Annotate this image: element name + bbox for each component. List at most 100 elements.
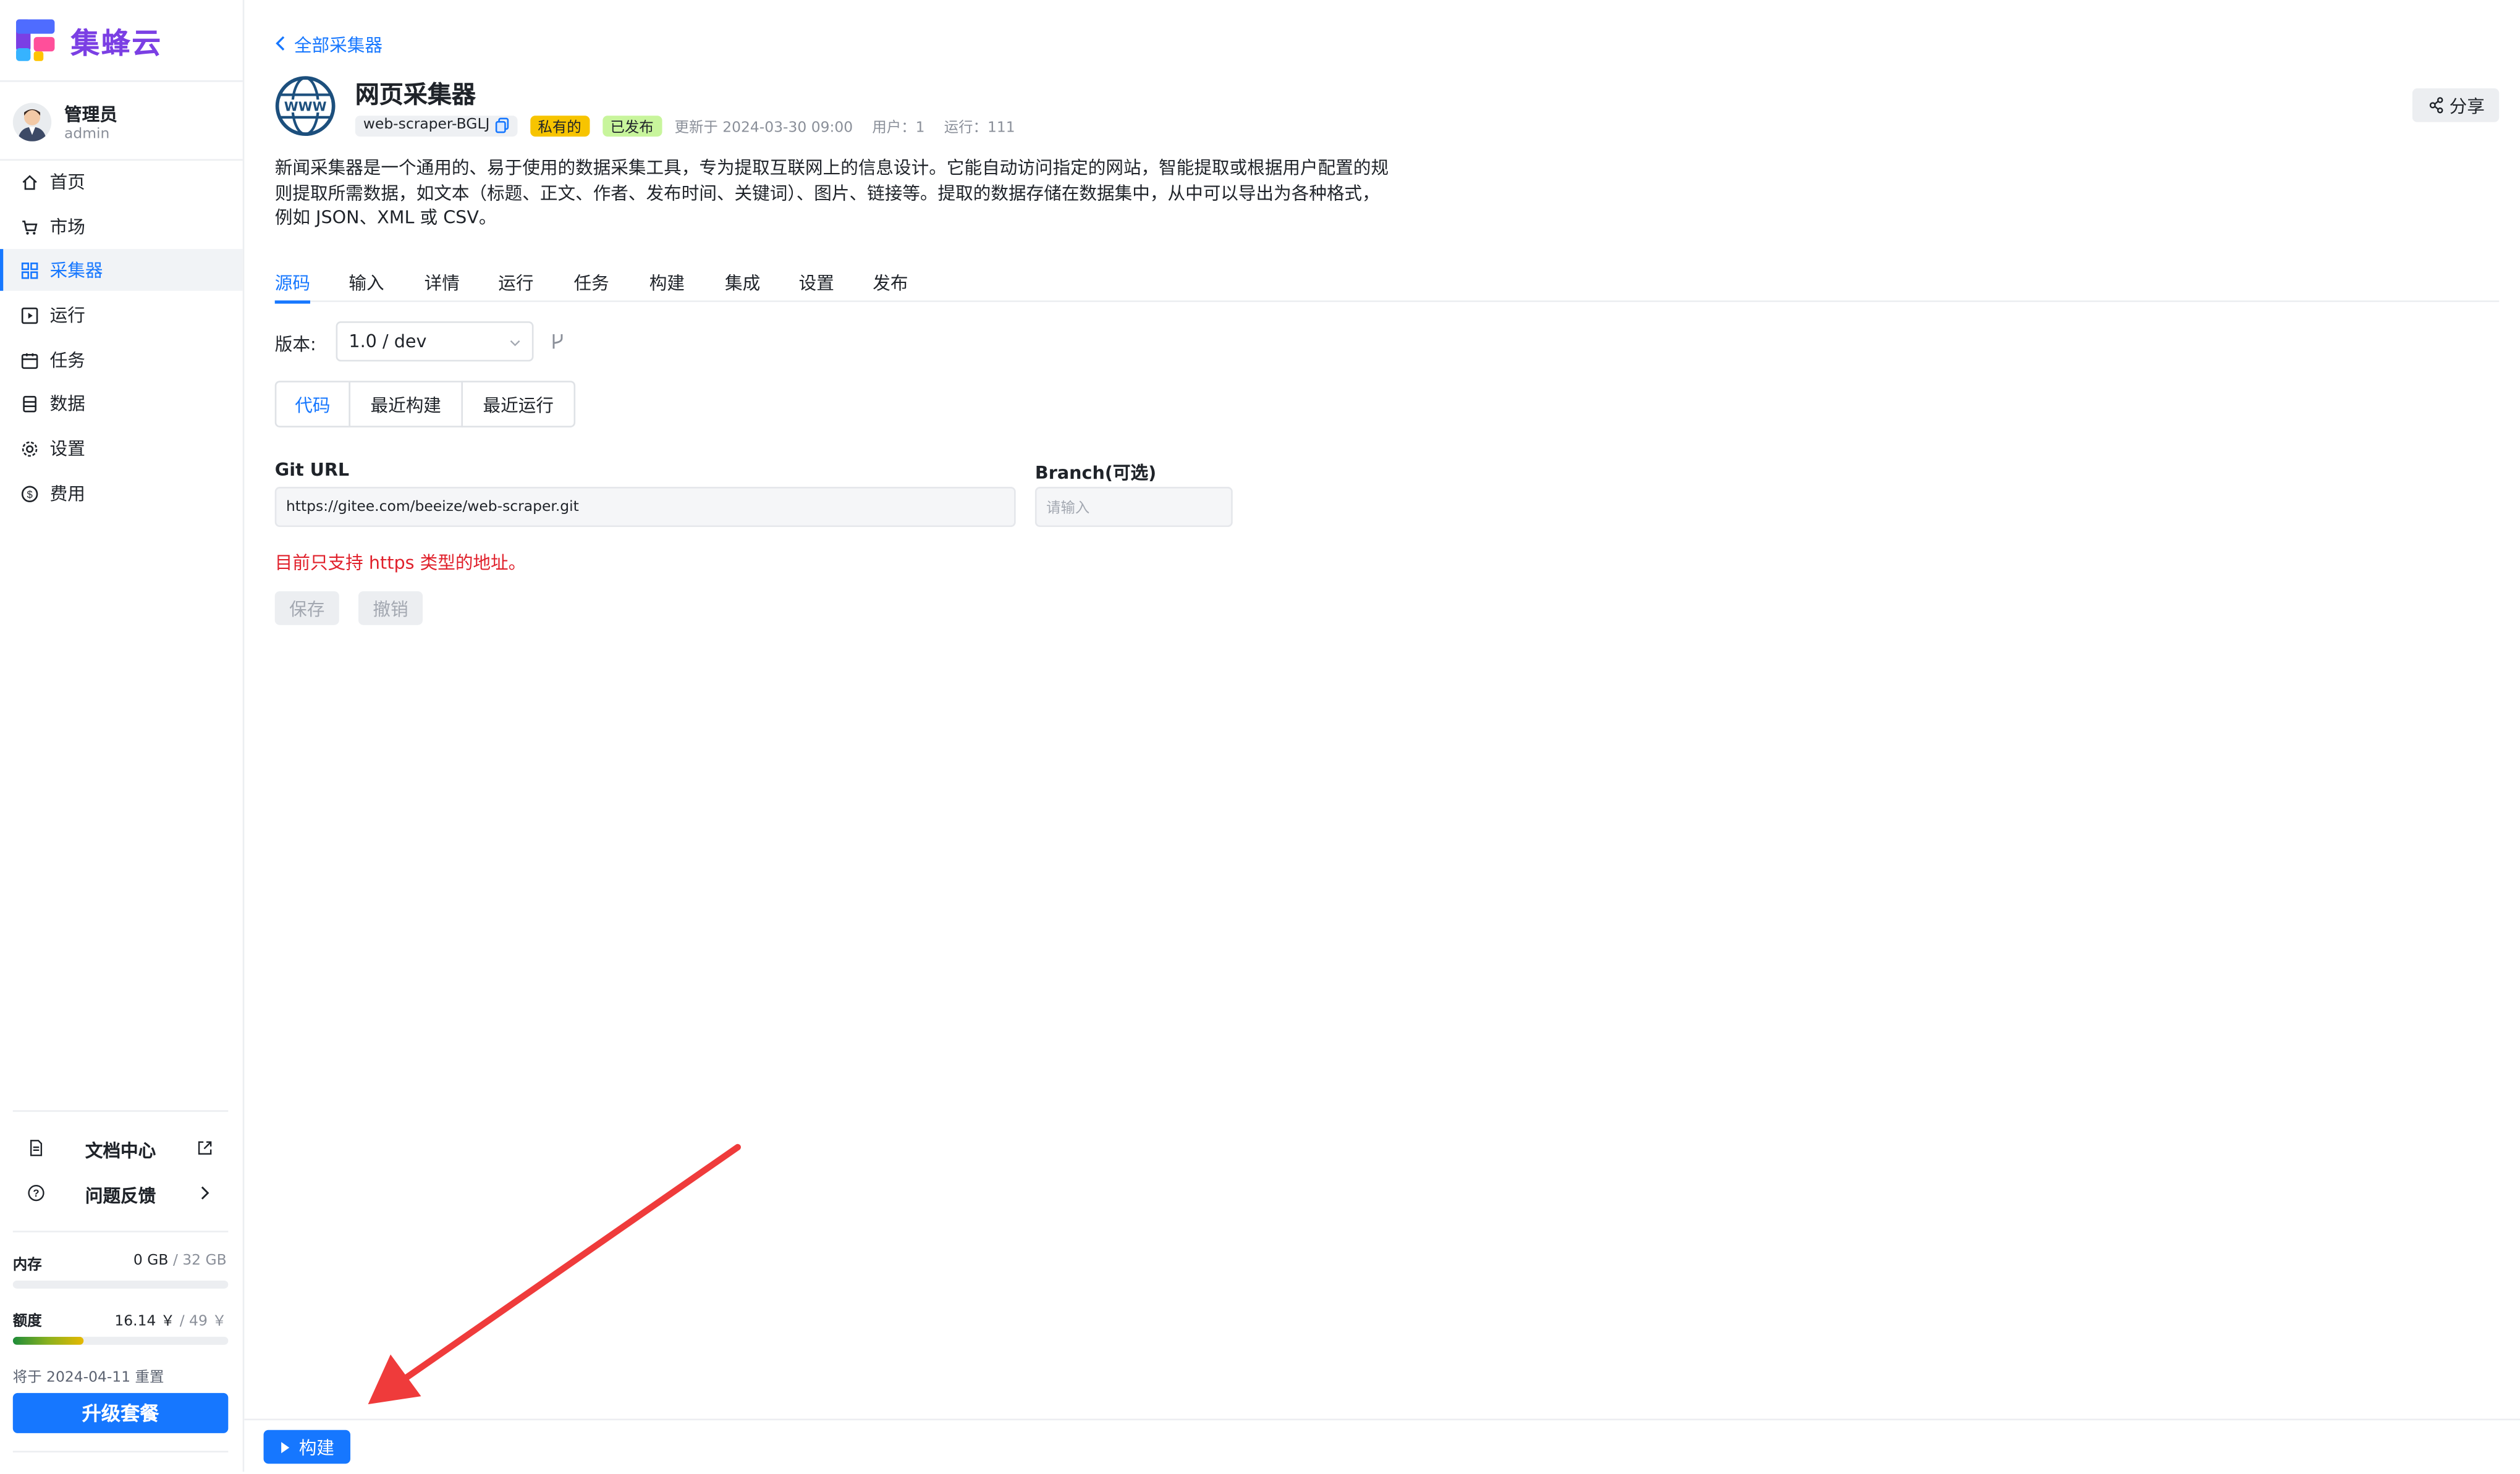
tab-publish[interactable]: 发布: [873, 270, 908, 302]
git-url-input[interactable]: https://gitee.com/beeize/web-scraper.git: [274, 487, 1016, 528]
user-role: admin: [64, 127, 110, 143]
nav-item-tasks[interactable]: 任务: [0, 339, 243, 381]
calendar-icon: [21, 351, 39, 369]
app-name: 集蜂云: [70, 27, 163, 61]
cart-icon: [21, 217, 39, 235]
database-icon: [21, 394, 39, 412]
save-button[interactable]: 保存: [274, 591, 339, 625]
sidebar: 集蜂云 管理员 admin 首页 市场 采集器 运行 任务 数据 设置 $ 费用…: [0, 0, 245, 1472]
play-square-icon: [21, 306, 39, 324]
tab-runs[interactable]: 运行: [498, 270, 533, 302]
published-badge: 已发布: [602, 114, 662, 136]
grid-icon: [21, 261, 39, 279]
quota-used: 16.14 ￥: [114, 1314, 175, 1331]
divider: [12, 1451, 229, 1453]
help-circle-icon: ?: [28, 1184, 44, 1202]
quota-total: / 49 ￥: [179, 1314, 227, 1331]
gear-icon: [21, 439, 39, 457]
build-label: 构建: [298, 1439, 334, 1459]
nav-label: 市场: [49, 217, 85, 238]
segment-recent-runs[interactable]: 最近运行: [461, 381, 576, 427]
run-count: 运行：111: [944, 119, 1015, 136]
nav-label: 运行: [49, 305, 85, 326]
user-count: 用户：1: [872, 119, 925, 136]
home-icon: [21, 173, 39, 191]
quota-bar: [12, 1336, 229, 1345]
share-button[interactable]: 分享: [2412, 88, 2500, 122]
page-title: 网页采集器: [355, 80, 476, 109]
nav-item-market[interactable]: 市场: [0, 206, 243, 248]
svg-text:WWW: WWW: [284, 99, 327, 114]
divider: [12, 1231, 229, 1232]
nav-item-settings[interactable]: 设置: [0, 427, 243, 470]
dollar-circle-icon: $: [21, 484, 39, 502]
back-to-all-scrapers-link[interactable]: 全部采集器: [275, 32, 383, 58]
back-link-label: 全部采集器: [294, 35, 383, 57]
tab-source[interactable]: 源码: [274, 270, 310, 304]
globe-www-icon: WWW: [275, 76, 336, 137]
feedback-link[interactable]: ? 问题反馈: [0, 1176, 243, 1211]
nav-label: 首页: [49, 172, 85, 193]
bottom-action-bar: [244, 1418, 2520, 1472]
nav-item-home[interactable]: 首页: [0, 161, 243, 203]
feedback-label: 问题反馈: [85, 1186, 156, 1207]
git-branch-icon[interactable]: [549, 332, 565, 350]
user-name: 管理员: [64, 104, 117, 125]
tab-builds[interactable]: 构建: [649, 270, 685, 302]
segment-code[interactable]: 代码: [274, 381, 350, 427]
logo-icon: [16, 19, 55, 61]
divider: [0, 80, 243, 82]
nav-label: 数据: [49, 394, 85, 415]
private-badge: 私有的: [530, 114, 590, 136]
tab-input[interactable]: 输入: [349, 270, 384, 302]
segment-recent-builds[interactable]: 最近构建: [349, 381, 463, 427]
quota-label: 额度: [12, 1314, 42, 1331]
docs-center-label: 文档中心: [85, 1140, 156, 1162]
version-select[interactable]: 1.0 / dev: [336, 321, 534, 362]
url-warning-text: 目前只支持 https 类型的地址。: [274, 552, 526, 574]
copy-icon[interactable]: [494, 117, 509, 133]
quota-bar-fill: [12, 1336, 84, 1345]
tab-tasks[interactable]: 任务: [573, 270, 609, 302]
nav-label: 任务: [49, 350, 85, 371]
nav-item-billing[interactable]: $ 费用: [0, 473, 243, 515]
nav-label: 费用: [49, 483, 85, 505]
branch-input[interactable]: 请输入: [1034, 487, 1233, 528]
play-icon: [281, 1441, 290, 1453]
git-url-label: Git URL: [274, 459, 350, 481]
branch-label: Branch(可选): [1034, 463, 1157, 484]
scraper-id-chip[interactable]: web-scraper-BGLJ: [355, 114, 517, 136]
nav-item-data[interactable]: 数据: [0, 382, 243, 424]
scraper-meta-row: web-scraper-BGLJ 私有的 已发布 更新于 2024-03-30 …: [355, 114, 1034, 137]
nav-label: 采集器: [49, 260, 103, 282]
chevron-left-icon: [275, 35, 288, 56]
build-button[interactable]: 构建: [263, 1430, 350, 1464]
cancel-button[interactable]: 撤销: [358, 591, 423, 625]
memory-value: 0 GB / 32 GB: [133, 1253, 227, 1270]
nav-item-runs[interactable]: 运行: [0, 294, 243, 336]
document-icon: [30, 1140, 43, 1156]
upgrade-plan-button[interactable]: 升级套餐: [12, 1392, 229, 1433]
nav-label: 设置: [49, 439, 85, 460]
external-link-icon: [198, 1141, 212, 1155]
updated-time: 更新于 2024-03-30 09:00: [674, 119, 853, 136]
share-icon: [2429, 97, 2443, 114]
avatar[interactable]: [12, 103, 52, 141]
quota-value: 16.14 ￥ / 49 ￥: [114, 1310, 227, 1331]
tab-integrations[interactable]: 集成: [725, 270, 760, 302]
memory-bar: [12, 1280, 229, 1289]
tab-bar: 源码 输入 详情 运行 任务 构建 集成 设置 发布: [274, 270, 2500, 304]
tab-settings[interactable]: 设置: [799, 270, 834, 302]
svg-text:?: ?: [33, 1187, 39, 1199]
share-label: 分享: [2449, 97, 2485, 117]
quota-reset-note: 将于 2024-04-11 重置: [12, 1370, 164, 1387]
divider: [12, 1110, 229, 1112]
version-label: 版本:: [274, 334, 316, 355]
docs-center-link[interactable]: 文档中心: [0, 1131, 243, 1166]
tab-details[interactable]: 详情: [425, 270, 460, 302]
version-value: 1.0 / dev: [349, 331, 427, 352]
nav-item-scrapers[interactable]: 采集器: [0, 249, 243, 291]
memory-label: 内存: [12, 1258, 42, 1274]
chevron-right-icon: [201, 1186, 209, 1200]
memory-total: / 32 GB: [172, 1253, 227, 1270]
